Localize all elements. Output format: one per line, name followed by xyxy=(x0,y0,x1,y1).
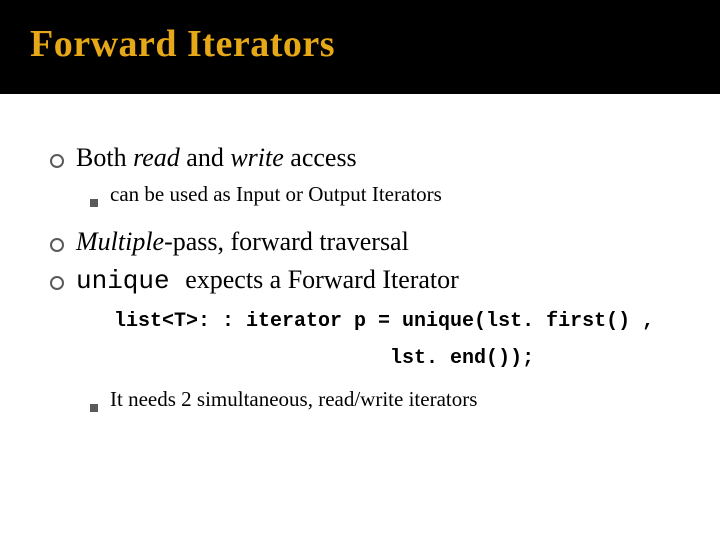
bullet-1-text: Both read and write access xyxy=(76,142,357,175)
bullet-1-sub-text: can be used as Input or Output Iterators xyxy=(110,181,442,208)
code-line-2: lst. end()); xyxy=(114,345,680,372)
square-bullet-icon xyxy=(90,404,98,412)
word-and: and xyxy=(186,143,224,172)
title-band: Forward Iterators xyxy=(0,0,720,94)
bullet-3-text: unique expects a Forward Iterator xyxy=(76,264,459,298)
word-both: Both xyxy=(76,143,127,172)
code-line-1: list<T>: : iterator p = unique(lst. firs… xyxy=(114,308,680,335)
slide-title: Forward Iterators xyxy=(30,22,690,66)
bullet-3-sub: It needs 2 simultaneous, read/write iter… xyxy=(90,386,680,413)
word-read: read xyxy=(133,143,180,172)
slide: Forward Iterators Both read and write ac… xyxy=(0,0,720,540)
word-unique: unique xyxy=(76,266,185,296)
word-expects: expects a Forward Iterator xyxy=(185,265,459,294)
bullet-3-sub-text: It needs 2 simultaneous, read/write iter… xyxy=(110,386,477,413)
word-pass: -pass, forward traversal xyxy=(164,227,409,256)
bullet-2-text: Multiple-pass, forward traversal xyxy=(76,226,409,259)
word-access: access xyxy=(290,143,356,172)
word-write: write xyxy=(230,143,283,172)
bullet-1-sub: can be used as Input or Output Iterators xyxy=(90,181,680,208)
bullet-1: Both read and write access xyxy=(50,142,680,175)
word-multiple: Multiple xyxy=(76,227,164,256)
circle-bullet-icon xyxy=(50,154,64,168)
circle-bullet-icon xyxy=(50,276,64,290)
bullet-3: unique expects a Forward Iterator xyxy=(50,264,680,298)
circle-bullet-icon xyxy=(50,238,64,252)
bullet-2: Multiple-pass, forward traversal xyxy=(50,226,680,259)
slide-content: Both read and write access can be used a… xyxy=(0,94,720,449)
square-bullet-icon xyxy=(90,199,98,207)
